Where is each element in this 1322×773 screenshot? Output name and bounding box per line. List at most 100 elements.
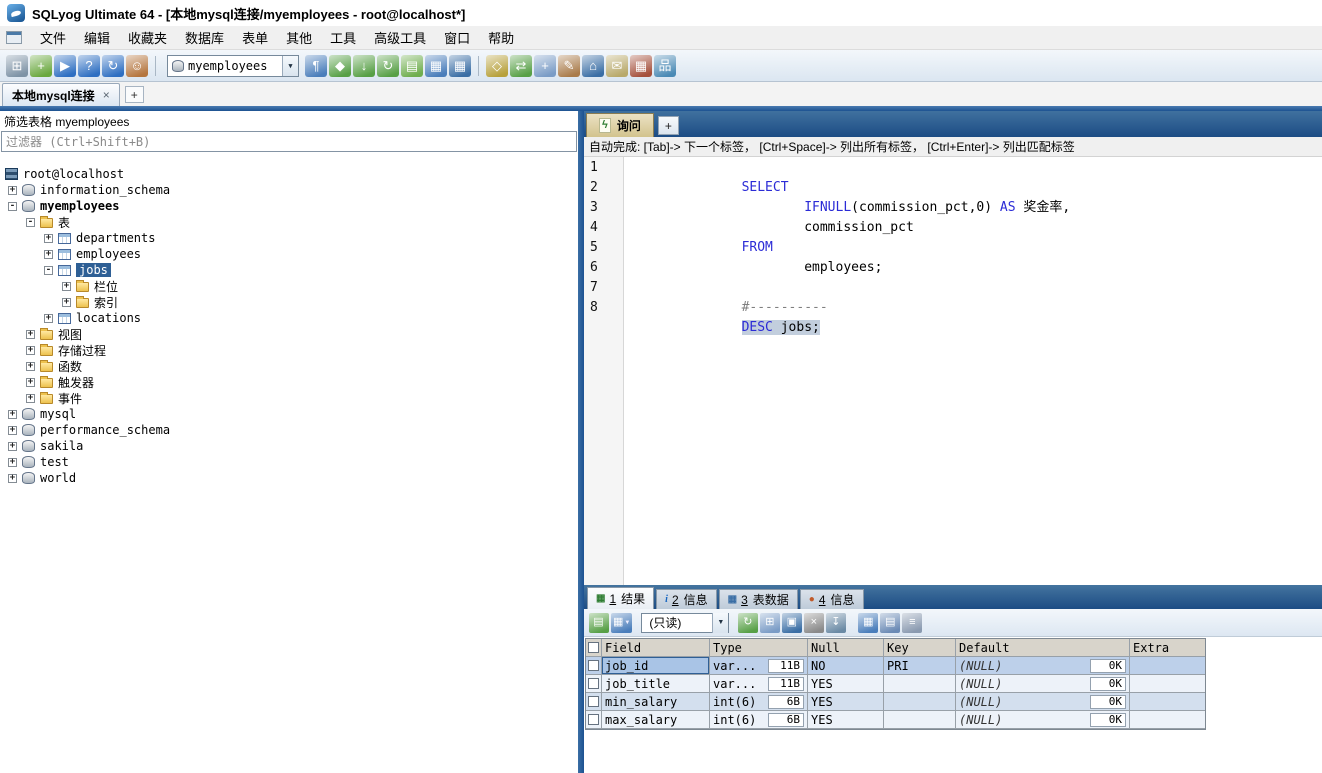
query-tab[interactable]: ϟ 询问 (586, 113, 654, 137)
export-grid-icon[interactable]: ▤ (589, 612, 609, 633)
tree-expander-icon[interactable] (26, 377, 35, 387)
table-row[interactable]: min_salary int(6) 6B YES (NULL) 0K (586, 693, 1205, 711)
tree-expander-icon[interactable] (26, 361, 35, 371)
schema-sync-icon[interactable]: ◇ (486, 54, 508, 77)
tree-expander-icon[interactable] (8, 185, 17, 195)
sql-editor[interactable]: 1 2 3 4 5 6 7 8 SELECT IFNULL(commission_pct,0)… (584, 157, 1322, 585)
query-profiler-icon[interactable]: ▦ (630, 54, 652, 77)
cell-field[interactable]: max_salary (602, 711, 710, 728)
table-row[interactable]: max_salary int(6) 6B YES (NULL) 0K (586, 711, 1205, 729)
tree-item[interactable]: 索引 (0, 294, 578, 310)
cell-default[interactable]: (NULL) 0K (956, 711, 1130, 728)
delete-row-icon[interactable]: × (804, 612, 825, 633)
backup-database-icon[interactable]: ↓ (353, 54, 375, 77)
cell-default[interactable]: (NULL) 0K (956, 693, 1130, 710)
tree-item[interactable]: mysql (0, 406, 578, 422)
result-tab[interactable]: i 2 信息 (656, 589, 717, 609)
row-checkbox[interactable] (588, 678, 599, 689)
connect-icon[interactable]: ⊞ (6, 54, 28, 77)
cell-field[interactable]: min_salary (602, 693, 710, 710)
column-header-field[interactable]: Field (602, 639, 710, 656)
cell-null[interactable]: YES (808, 693, 884, 710)
mdi-window-icon[interactable] (6, 31, 22, 44)
menu-help[interactable]: 帮助 (479, 25, 523, 50)
schema-designer-icon[interactable]: ⌂ (582, 54, 604, 77)
grid-options-icon[interactable]: ▦ ▼ (611, 612, 633, 633)
cell-field[interactable]: job_id (602, 657, 710, 674)
tree-expander-icon[interactable] (44, 265, 53, 275)
save-changes-icon[interactable]: ▣ (782, 612, 803, 633)
database-select[interactable]: myemployees ▼ (167, 54, 299, 77)
tree-item[interactable]: test (0, 454, 578, 470)
cell-type[interactable]: var... 11B (710, 657, 808, 674)
menu-favorites[interactable]: 收藏夹 (119, 25, 176, 50)
sync-database-icon[interactable]: ↻ (377, 54, 399, 77)
text-view-icon[interactable]: ≡ (902, 612, 923, 633)
tree-item[interactable]: jobs (0, 262, 578, 278)
cell-extra[interactable] (1130, 657, 1205, 674)
tree-expander-icon[interactable] (8, 473, 17, 483)
cell-null[interactable]: NO (808, 657, 884, 674)
connection-tab[interactable]: 本地mysql连接 × (2, 83, 120, 106)
menu-edit[interactable]: 编辑 (75, 25, 119, 50)
tree-expander-icon[interactable] (62, 297, 71, 307)
select-all-checkbox[interactable] (588, 642, 599, 653)
tree-item[interactable]: 栏位 (0, 278, 578, 294)
table-row[interactable]: job_title var... 11B YES (NULL) 0K (586, 675, 1205, 693)
cell-field[interactable]: job_title (602, 675, 710, 692)
tree-expander-icon[interactable] (26, 345, 35, 355)
tree-item[interactable]: departments (0, 230, 578, 246)
tree-expander-icon[interactable] (26, 393, 35, 403)
execute-query-icon[interactable]: ▶ (54, 54, 76, 77)
explain-query-icon[interactable]: ? (78, 54, 100, 77)
tree-expander-icon[interactable] (8, 457, 17, 467)
cell-null[interactable]: YES (808, 675, 884, 692)
column-header-key[interactable]: Key (884, 639, 956, 656)
cell-key[interactable] (884, 711, 956, 728)
tree-expander-icon[interactable] (26, 217, 35, 227)
tree-item[interactable]: 视图 (0, 326, 578, 342)
tree-expander-icon[interactable] (8, 409, 17, 419)
duplicate-row-icon[interactable]: ⊞ (760, 612, 781, 633)
tree-expander-icon[interactable] (44, 249, 53, 259)
tree-item[interactable]: information_schema (0, 182, 578, 198)
refresh-icon[interactable]: ↻ (102, 54, 124, 77)
alter-table-icon[interactable]: ✎ (558, 54, 580, 77)
tree-item[interactable]: myemployees (0, 198, 578, 214)
data-sync-icon[interactable]: ⇄ (510, 54, 532, 77)
new-query-tab-button[interactable]: + (657, 116, 679, 135)
tree-item[interactable]: sakila (0, 438, 578, 454)
row-checkbox[interactable] (588, 696, 599, 707)
menu-table[interactable]: 表单 (233, 25, 277, 50)
cell-null[interactable]: YES (808, 711, 884, 728)
result-tab[interactable]: ▦ 1 结果 (587, 587, 655, 609)
column-header-type[interactable]: Type (710, 639, 808, 656)
menu-tools[interactable]: 工具 (321, 25, 365, 50)
tree-expander-icon[interactable] (62, 281, 71, 291)
menu-window[interactable]: 窗口 (435, 25, 479, 50)
cell-key[interactable] (884, 693, 956, 710)
tree-item[interactable]: 表 (0, 214, 578, 230)
form-view-icon[interactable]: ▤ (880, 612, 901, 633)
tree-expander-icon[interactable] (8, 201, 17, 211)
tree-item[interactable]: locations (0, 310, 578, 326)
open-table-icon[interactable]: ▤ (401, 54, 423, 77)
menu-powertools[interactable]: 高级工具 (365, 25, 435, 50)
new-table-icon[interactable]: + (534, 54, 556, 77)
tree-item[interactable]: employees (0, 246, 578, 262)
close-icon[interactable]: × (103, 88, 110, 102)
tree-expander-icon[interactable] (44, 313, 53, 323)
tree-expander-icon[interactable] (26, 329, 35, 339)
code-line[interactable]: SELECT (632, 158, 1322, 195)
row-checkbox[interactable] (588, 714, 599, 725)
notification-services-icon[interactable]: ✉ (606, 54, 628, 77)
column-header-extra[interactable]: Extra (1130, 639, 1205, 656)
cell-extra[interactable] (1130, 675, 1205, 692)
format-query-icon[interactable]: ¶ (305, 54, 327, 77)
tree-expander-icon[interactable] (8, 441, 17, 451)
schema-optimizer-icon[interactable]: 品 (654, 54, 676, 77)
grid-view-icon[interactable]: ▦ (858, 612, 879, 633)
cell-extra[interactable] (1130, 693, 1205, 710)
menu-file[interactable]: 文件 (31, 25, 75, 50)
tree-item[interactable]: root@localhost (0, 166, 578, 182)
